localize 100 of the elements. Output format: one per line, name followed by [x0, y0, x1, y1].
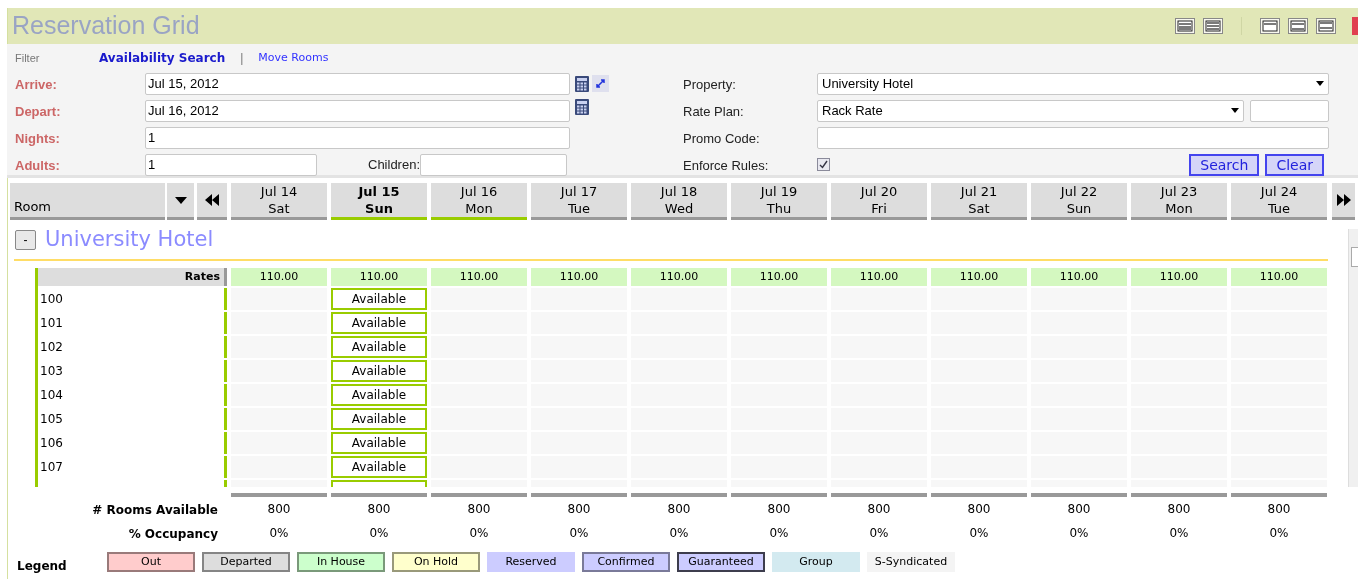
column-header: Room: [10, 183, 165, 220]
row-header: Rates: [38, 268, 227, 286]
summary-value: 0%: [269, 525, 289, 542]
legend-item: Departed: [202, 552, 290, 572]
sort-button[interactable]: [167, 183, 194, 220]
date-header[interactable]: Jul 22 Sun: [1031, 183, 1127, 220]
layout-icon[interactable]: [1203, 18, 1223, 34]
summary-value: 0%: [1269, 525, 1289, 542]
rate-cell: 110.00: [1131, 268, 1227, 286]
availability-cell[interactable]: Available: [331, 336, 427, 358]
arrows-icon: [595, 78, 606, 89]
field-label: Depart:: [15, 103, 61, 119]
legend-item: Guaranteed: [677, 552, 765, 572]
edge-marker: [1352, 17, 1358, 35]
room-number: 101: [40, 315, 63, 332]
date-header[interactable]: Jul 14 Sat: [231, 183, 327, 220]
legend-item: Confirmed: [582, 552, 670, 572]
date-header[interactable]: Jul 16 Mon: [431, 183, 527, 220]
summary-value: 0%: [569, 525, 589, 542]
layout-icon[interactable]: [1260, 18, 1280, 34]
field-label: Property:: [683, 76, 736, 92]
caret-icon: [174, 196, 187, 204]
availability-cell[interactable]: Available: [331, 384, 427, 406]
room-number: 106: [40, 435, 63, 452]
dropdown[interactable]: University Hotel: [817, 72, 1329, 95]
filter-tab[interactable]: Availability Search: [99, 49, 226, 67]
rate-cell: 110.00: [1231, 268, 1327, 286]
input-field[interactable]: [420, 153, 568, 176]
calendar-icon[interactable]: [575, 99, 589, 115]
field-label: Nights:: [15, 130, 60, 146]
property-name: University Hotel: [45, 226, 214, 254]
collapse-button[interactable]: -: [15, 230, 36, 250]
input-field[interactable]: 1: [145, 153, 317, 176]
summary-value: 0%: [869, 525, 889, 542]
scrollbar-thumb[interactable]: [1351, 247, 1358, 267]
summary-value: 0%: [1169, 525, 1189, 542]
rate-cell: 110.00: [831, 268, 927, 286]
room-number: 100: [40, 291, 63, 308]
room-number: 105: [40, 411, 63, 428]
date-header[interactable]: Jul 23 Mon: [1131, 183, 1227, 220]
date-header[interactable]: Jul 19 Thu: [731, 183, 827, 220]
rate-cell: 110.00: [631, 268, 727, 286]
field-label: Arrive:: [15, 76, 57, 92]
caret-icon: [1231, 108, 1239, 113]
rate-cell: 110.00: [331, 268, 427, 286]
calendar-icon[interactable]: [575, 75, 589, 92]
date-header[interactable]: Jul 17 Tue: [531, 183, 627, 220]
legend-item: In House: [297, 552, 385, 572]
summary-value: 800: [367, 501, 391, 518]
summary-value: 800: [967, 501, 991, 518]
field-label: Adults:: [15, 157, 60, 173]
date-header[interactable]: Jul 21 Sat: [931, 183, 1027, 220]
field-label: Promo Code:: [683, 130, 760, 146]
layout-icon[interactable]: [1288, 18, 1308, 34]
summary-value: 0%: [369, 525, 389, 542]
page-title: Reservation Grid: [12, 10, 201, 42]
legend-item: Out: [107, 552, 195, 572]
input-field[interactable]: Jul 15, 2012: [145, 72, 570, 95]
legend-item: S-Syndicated: [867, 552, 955, 572]
rewind-icon: [205, 194, 219, 206]
filter-tab[interactable]: Move Rooms: [258, 49, 329, 67]
input-field[interactable]: 1: [145, 126, 570, 149]
summary-value: 0%: [769, 525, 789, 542]
dropdown[interactable]: Rack Rate: [817, 99, 1244, 122]
date-header[interactable]: Jul 18 Wed: [631, 183, 727, 220]
legend-title: Legend: [17, 558, 68, 575]
filter-label: Filter: [15, 50, 41, 66]
summary-value: 800: [1067, 501, 1091, 518]
swap-button[interactable]: [592, 75, 609, 92]
rate-cell: 110.00: [531, 268, 627, 286]
caret-icon: [1316, 81, 1324, 86]
field-label: Children:: [368, 155, 421, 174]
availability-cell[interactable]: Available: [331, 432, 427, 454]
date-header[interactable]: Jul 24 Tue: [1231, 183, 1327, 220]
separator: |: [240, 50, 244, 67]
summary-value: 800: [567, 501, 591, 518]
summary-value: 0%: [469, 525, 489, 542]
availability-cell[interactable]: Available: [331, 456, 427, 478]
rate-cell: 110.00: [231, 268, 327, 286]
previous-button[interactable]: [197, 183, 227, 220]
input-field[interactable]: [1250, 99, 1329, 122]
action-button[interactable]: Clear: [1265, 153, 1324, 176]
input-field[interactable]: Jul 16, 2012: [145, 99, 570, 122]
availability-cell[interactable]: Available: [331, 408, 427, 430]
summary-value: 800: [867, 501, 891, 518]
input-field[interactable]: [817, 126, 1329, 149]
action-button[interactable]: Search: [1189, 153, 1260, 176]
layout-icon[interactable]: [1175, 18, 1195, 34]
rate-cell: 110.00: [1031, 268, 1127, 286]
availability-cell[interactable]: Available: [331, 312, 427, 334]
date-header[interactable]: Jul 20 Fri: [831, 183, 927, 220]
next-button[interactable]: [1332, 183, 1355, 220]
legend-item: Group: [772, 552, 860, 572]
layout-icon[interactable]: [1316, 18, 1336, 34]
date-header[interactable]: Jul 15 Sun: [331, 183, 427, 220]
availability-cell[interactable]: Available: [331, 360, 427, 382]
checkbox[interactable]: [817, 158, 830, 171]
room-number: 103: [40, 363, 63, 380]
availability-cell[interactable]: Available: [331, 288, 427, 310]
summary-label: % Occupancy: [128, 527, 218, 541]
